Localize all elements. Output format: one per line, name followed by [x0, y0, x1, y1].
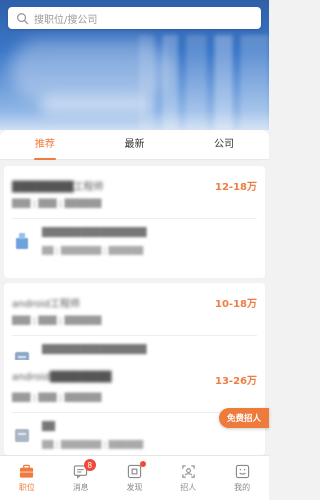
job-card[interactable]: ████████工程师 12-18万 ███ | ███ | ██████ ██…: [4, 166, 265, 278]
job-salary: 12-18万: [215, 182, 257, 193]
company-logo-icon: [15, 429, 29, 442]
job-meta: ███ | ███ | ██████: [12, 316, 102, 325]
tab-recommend[interactable]: 推荐: [0, 130, 90, 160]
unread-badge: 8: [83, 459, 96, 471]
nav-label: 发现: [126, 482, 143, 492]
notification-dot: [139, 461, 146, 467]
company-name: ████████████████: [42, 345, 147, 355]
recruit-icon: [182, 464, 195, 478]
company-name: ████████████████: [42, 228, 147, 238]
profile-icon: [235, 464, 249, 478]
nav-item-discover[interactable]: 发现: [108, 456, 162, 500]
job-panel: 推荐 最新 公司 ████████工程师 12-18万 ███ | ███ | …: [0, 130, 269, 455]
nav-item-jobs[interactable]: 职位: [0, 456, 54, 500]
tab-latest[interactable]: 最新: [90, 130, 180, 160]
job-title: android████████: [12, 372, 112, 383]
job-title: android工程师: [12, 299, 80, 310]
search-placeholder: 搜职位/搜公司: [34, 14, 98, 26]
nav-label: 消息: [72, 482, 89, 492]
job-salary: 13-26万: [215, 376, 257, 387]
nav-item-recruit[interactable]: 招人: [161, 456, 215, 500]
nav-label: 职位: [18, 482, 35, 492]
company-meta: ██ | ███████ | ██████: [42, 246, 144, 255]
nav-label: 招人: [180, 482, 197, 492]
banner-subtext-blur: [40, 95, 150, 115]
job-meta: ███ | ███ | ██████: [12, 393, 102, 402]
briefcase-icon: [20, 464, 34, 478]
company-logo-icon: [16, 233, 28, 249]
job-meta: ███ | ███ | ██████: [12, 199, 102, 208]
nav-item-profile[interactable]: 我的: [215, 456, 269, 500]
banner-city-image: [139, 35, 269, 130]
company-meta: ██ | ███████ | ██████: [42, 440, 144, 449]
bottom-nav: 职位 8 消息 发现 招人 我的: [0, 455, 269, 500]
tab-company[interactable]: 公司: [179, 130, 269, 160]
nav-item-messages[interactable]: 8 消息: [54, 456, 108, 500]
search-icon: [17, 12, 29, 24]
divider: [12, 335, 257, 336]
tab-bar: 推荐 最新 公司: [0, 130, 269, 160]
search-input[interactable]: 搜职位/搜公司: [8, 7, 261, 29]
divider: [12, 218, 257, 219]
nav-label: 我的: [234, 482, 251, 492]
free-recruit-button[interactable]: 免费招人: [219, 408, 269, 428]
job-salary: 10-18万: [215, 299, 257, 310]
company-name: ██: [42, 422, 56, 432]
job-title: ████████工程师: [12, 182, 104, 193]
